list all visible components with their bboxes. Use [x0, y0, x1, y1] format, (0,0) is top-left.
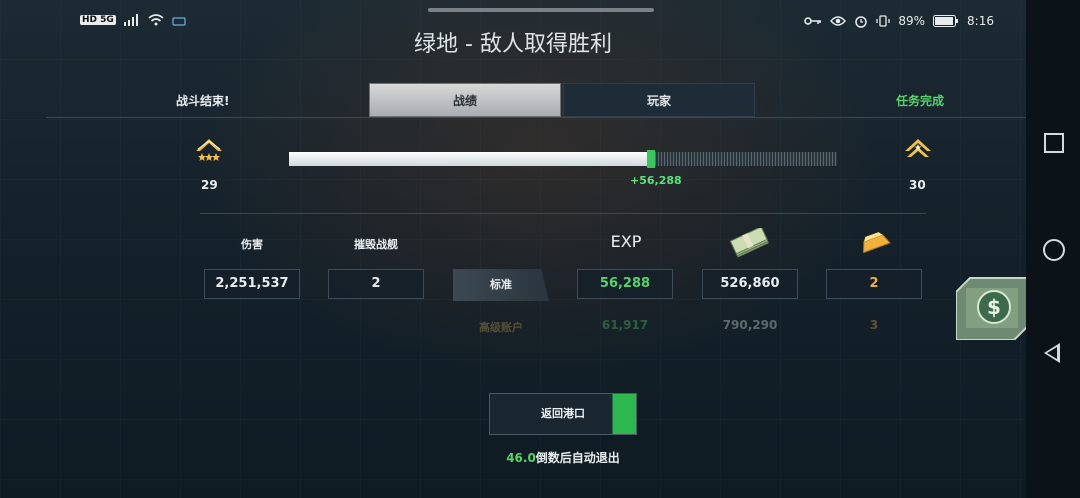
current-rank-level: 29: [201, 178, 218, 192]
ships-destroyed-value: 2: [328, 269, 424, 299]
data-speed-icon: [172, 17, 186, 26]
gold-bar-icon: [863, 232, 891, 254]
battle-over-label: 战斗结束!: [176, 94, 230, 108]
standard-exp-value: 56,288: [577, 269, 673, 299]
result-tab-bar: 战斗结束! 战绩 玩家 任务完成: [46, 83, 1026, 118]
battle-result-title: 绿地 - 敌人取得胜利: [414, 32, 612, 57]
signal-icon: [123, 14, 138, 26]
mission-complete-label[interactable]: 任务完成: [896, 92, 944, 109]
xp-progress-bar: [289, 150, 837, 168]
standard-credits-value: 526,860: [702, 269, 798, 299]
tab-players[interactable]: 玩家: [563, 83, 755, 117]
section-divider: [200, 213, 926, 214]
auto-exit-countdown: 46.0倒数后自动退出: [489, 449, 637, 466]
xp-progress-fill: [289, 152, 651, 166]
svg-text:$: $: [987, 295, 1001, 319]
network-badge: HD 5G: [80, 15, 116, 25]
premium-exp-value: 61,917: [601, 318, 649, 332]
countdown-value: 46.0: [506, 451, 536, 465]
home-button[interactable]: [1043, 239, 1065, 261]
key-icon: [804, 17, 822, 25]
system-nav-bar: [1026, 0, 1080, 498]
damage-value: 2,251,537: [204, 269, 300, 299]
damage-label: 伤害: [241, 238, 263, 251]
recent-apps-button[interactable]: [1044, 133, 1064, 153]
wifi-icon: [148, 14, 164, 26]
xp-gain-marker: [646, 150, 655, 168]
ships-destroyed-label: 摧毁战舰: [354, 238, 398, 251]
return-to-port-button[interactable]: 返回港口: [489, 393, 637, 435]
next-rank-level: 30: [909, 178, 926, 192]
tab-stats[interactable]: 战绩: [369, 83, 561, 117]
premium-row-label: 高级账户: [479, 321, 523, 334]
standard-row-label: 标准: [453, 269, 549, 301]
standard-gold-value: 2: [826, 269, 922, 299]
dollar-coin-icon[interactable]: $: [956, 276, 1028, 340]
status-left: HD 5G: [80, 14, 186, 26]
countdown-text: 倒数后自动退出: [535, 451, 620, 465]
top-drag-handle[interactable]: [428, 8, 654, 12]
premium-credits-value: 790,290: [722, 318, 778, 332]
exp-label: EXP: [610, 232, 642, 251]
rank-chevron-star-icon: [905, 139, 931, 157]
cash-stack-icon: [729, 228, 769, 258]
xp-gain-value: +56,288: [630, 174, 682, 187]
back-button-inner: [1047, 347, 1057, 359]
rank-chevron-three-stars-icon: [196, 139, 222, 161]
premium-gold-value: 3: [869, 318, 879, 332]
